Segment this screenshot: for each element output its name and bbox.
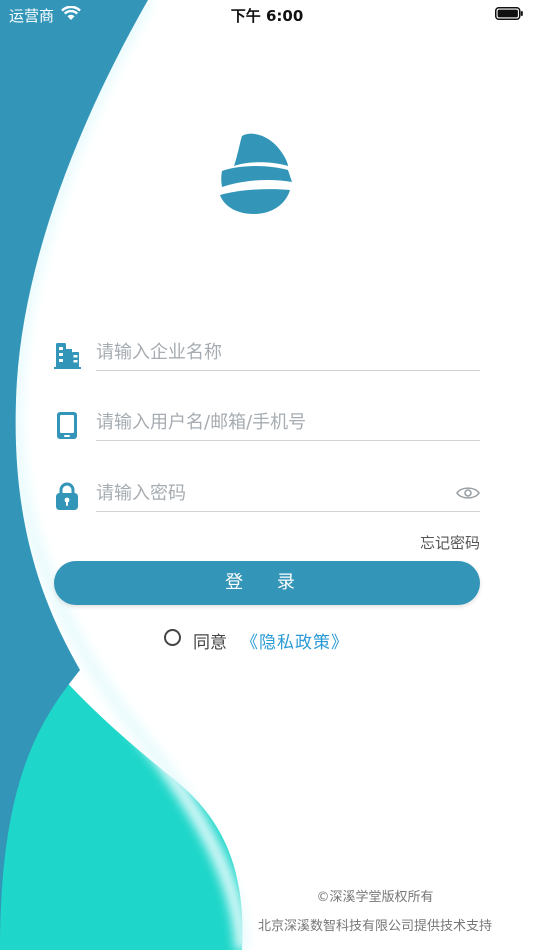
company-input[interactable] xyxy=(96,334,480,371)
username-field xyxy=(52,400,480,448)
status-bar: 运营商 下午 6:00 xyxy=(0,0,534,30)
agree-radio[interactable] xyxy=(164,629,181,646)
phone-icon xyxy=(57,412,77,439)
lock-icon xyxy=(56,482,78,510)
building-icon xyxy=(54,343,81,369)
agree-label: 同意 xyxy=(193,633,227,653)
status-time: 下午 6:00 xyxy=(230,7,304,25)
forgot-password-link[interactable]: 忘记密码 xyxy=(360,532,480,553)
company-field xyxy=(52,330,480,378)
eye-icon[interactable] xyxy=(456,485,480,501)
privacy-policy-link[interactable]: 《隐私政策》 xyxy=(241,628,349,653)
login-button[interactable]: 登 录 xyxy=(54,561,480,605)
password-field xyxy=(52,471,480,519)
password-input[interactable] xyxy=(96,475,480,512)
copyright-text: ©深溪学堂版权所有 xyxy=(316,890,434,905)
water-drop-logo xyxy=(220,133,292,214)
battery-icon xyxy=(495,7,523,20)
username-input[interactable] xyxy=(96,404,480,441)
tech-support-text: 北京深溪数智科技有限公司提供技术支持 xyxy=(257,919,492,934)
